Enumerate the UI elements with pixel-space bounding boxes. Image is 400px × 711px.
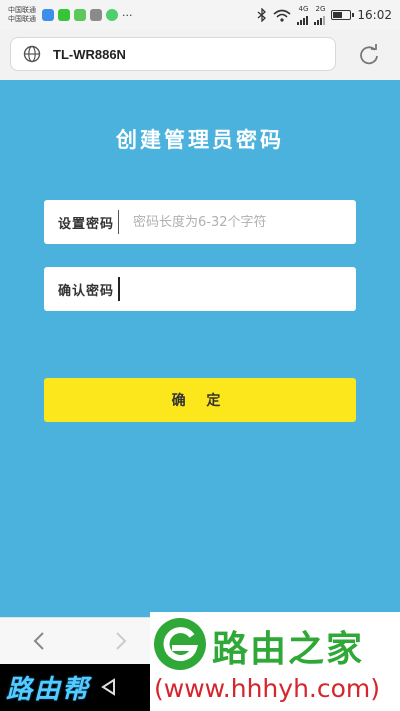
back-arrow-icon[interactable] <box>30 631 50 651</box>
status-right: 4G 2G 16:02 <box>257 4 392 25</box>
forward-arrow-icon[interactable] <box>110 631 130 651</box>
net-type-1: 4G <box>298 4 309 13</box>
text-cursor <box>118 277 120 301</box>
confirm-password-field[interactable]: 确认密码 <box>44 267 356 311</box>
status-bar: 中国联通 中国联通 ··· 4G 2G 16:02 <box>0 0 400 30</box>
address-bar[interactable]: TL-WR886N <box>10 37 336 71</box>
status-left: 中国联通 中国联通 ··· <box>8 6 133 24</box>
wifi-icon <box>273 9 291 22</box>
more-notifications-icon: ··· <box>122 8 133 22</box>
net-type-2: 2G <box>315 4 326 13</box>
set-password-label: 设置密码 <box>58 216 115 232</box>
watermark-url-text: (www.hhhyh.com) <box>154 674 381 703</box>
page-title: 创建管理员密码 <box>116 127 284 152</box>
confirm-button[interactable]: 确 定 <box>44 378 356 422</box>
confirm-password-input[interactable] <box>132 273 356 305</box>
image-notification-icon <box>90 9 102 21</box>
field-divider <box>118 210 119 234</box>
notification-icons: ··· <box>42 9 133 22</box>
watermark-left: 路由帮 <box>6 675 91 705</box>
message-notification-icon <box>74 9 86 21</box>
signal-bars-1-icon <box>297 13 309 25</box>
watermark-cn-text: 路由之家 <box>212 628 365 670</box>
bluetooth-app-notification-icon <box>42 9 54 21</box>
set-password-input[interactable] <box>131 206 356 238</box>
signal-2: 2G <box>314 4 326 25</box>
browser-toolbar: TL-WR886N <box>0 30 400 80</box>
router-logo-icon <box>154 618 206 670</box>
carrier-2: 中国联通 <box>8 15 36 23</box>
globe-icon <box>23 45 41 63</box>
wifi-app-notification-icon <box>106 9 118 21</box>
clock: 16:02 <box>357 8 392 22</box>
wechat-notification-icon <box>58 9 70 21</box>
reload-icon[interactable] <box>358 44 380 66</box>
set-password-field[interactable]: 设置密码 <box>44 200 356 244</box>
battery-icon <box>331 10 355 20</box>
router-setup-page: 创建管理员密码 设置密码 确认密码 确 定 <box>0 80 400 617</box>
carrier-1: 中国联通 <box>8 6 36 14</box>
signal-bars-2-icon <box>314 13 326 25</box>
url-text: TL-WR886N <box>53 46 126 62</box>
confirm-password-label: 确认密码 <box>58 283 115 299</box>
watermark-right: 路由之家 (www.hhhyh.com) <box>150 612 400 711</box>
signal-1: 4G <box>297 4 309 25</box>
carrier-names: 中国联通 中国联通 <box>8 6 36 24</box>
bluetooth-icon <box>257 8 267 22</box>
